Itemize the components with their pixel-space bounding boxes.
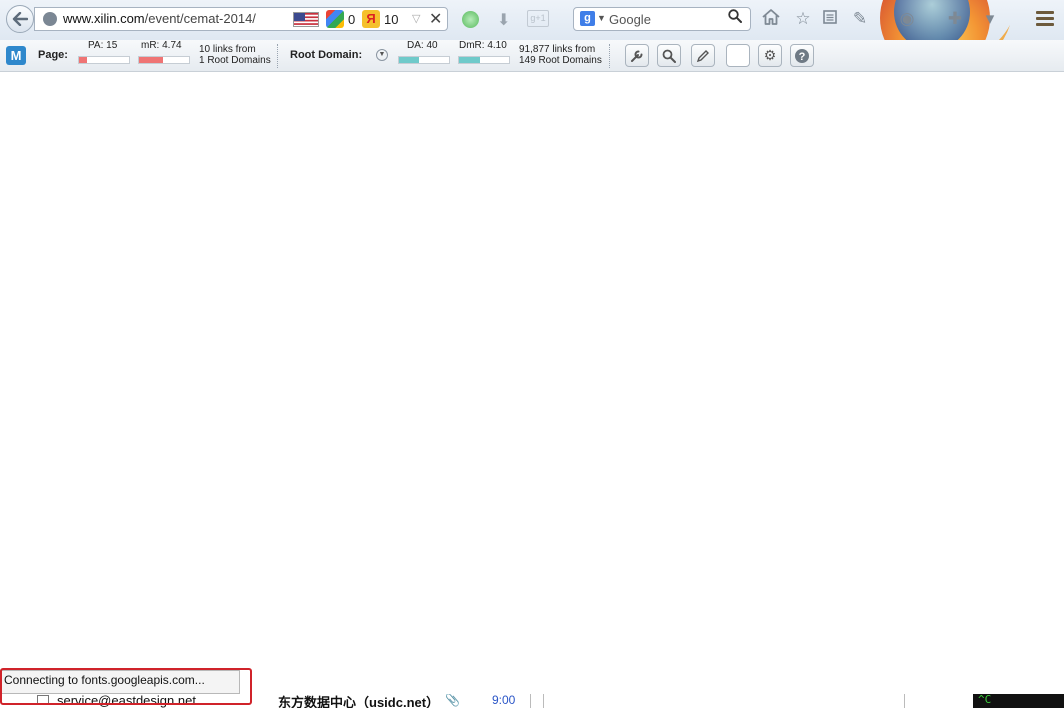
pa-label: PA: 15	[88, 40, 118, 51]
bookmarks-menu-icon[interactable]	[820, 9, 840, 29]
page-links-line1: 10 links from	[199, 44, 256, 55]
page-label: Page:	[38, 49, 68, 61]
help-button[interactable]: ?	[790, 44, 814, 67]
hamburger-menu-icon[interactable]	[1034, 8, 1056, 30]
yandex-tic-value: 10	[384, 12, 399, 27]
da-bar	[398, 56, 450, 64]
paperclip-icon: 📎	[445, 694, 460, 707]
mozbar-separator	[277, 44, 278, 68]
google-plus-one-icon[interactable]: g+1	[527, 10, 549, 27]
download-icon[interactable]: ⬇	[497, 10, 511, 29]
root-domain-dropdown-icon[interactable]: ▼	[376, 49, 388, 61]
mr-label: mR: 4.74	[141, 40, 182, 51]
blank-toggle-button[interactable]	[726, 44, 750, 67]
background-time: 9:00	[492, 694, 516, 707]
url-text[interactable]: www.xilin.com/event/cemat-2014/	[63, 11, 256, 26]
extension-dropdown-icon[interactable]: ▾	[980, 9, 1000, 29]
search-engine-dropdown-icon[interactable]: ▼	[597, 13, 606, 23]
green-extension-icon[interactable]	[462, 11, 479, 28]
url-path: /event/cemat-2014/	[144, 11, 256, 26]
mr-bar-fill	[139, 57, 163, 63]
url-history-dropdown-icon[interactable]: ▽	[412, 12, 420, 25]
wrench-icon	[631, 50, 643, 62]
screenshot-camera-icon[interactable]: ◉	[897, 9, 917, 29]
da-label: DA: 40	[407, 40, 438, 51]
pa-bar-fill	[79, 57, 87, 63]
back-button[interactable]	[6, 5, 34, 33]
mozbar-separator	[609, 44, 610, 68]
stop-icon[interactable]: ✕	[429, 9, 442, 29]
url-bar[interactable]: www.xilin.com/event/cemat-2014/ 0 Я 10 ▽…	[34, 7, 448, 31]
divider	[530, 694, 531, 708]
terminal-text: ^C	[978, 694, 992, 706]
google-pagerank-icon[interactable]	[326, 10, 344, 28]
svg-text:?: ?	[799, 51, 806, 63]
mozbar-toolbar: M Page: PA: 15 mR: 4.74 10 links from 1 …	[0, 40, 1064, 72]
terminal-window: ^C	[973, 694, 1064, 708]
wrench-tools-button[interactable]	[625, 44, 649, 67]
home-icon[interactable]	[761, 9, 781, 29]
page-links-line2: 1 Root Domains	[199, 55, 271, 66]
us-flag-icon[interactable]	[293, 12, 319, 27]
magnifier-icon	[662, 49, 676, 63]
mr-bar	[138, 56, 190, 64]
dmr-bar-fill	[459, 57, 480, 63]
divider	[904, 694, 905, 708]
da-bar-fill	[399, 57, 419, 63]
settings-button[interactable]: ⚙	[758, 44, 782, 67]
url-host: www.xilin.com	[63, 11, 145, 26]
bookmark-star-icon[interactable]: ☆	[793, 9, 813, 29]
domain-links-line1: 91,877 links from	[519, 44, 596, 55]
moz-logo-icon[interactable]: M	[6, 46, 26, 65]
dmr-bar	[458, 56, 510, 64]
highlight-pencil-button[interactable]	[691, 44, 715, 67]
back-arrow-icon	[12, 12, 28, 26]
google-pagerank-value: 0	[348, 12, 356, 27]
background-company: 东方数据中心（usidc.net）	[278, 695, 440, 708]
gear-icon: ⚙	[763, 47, 777, 63]
search-magnifier-icon[interactable]	[728, 9, 742, 26]
globe-icon	[43, 12, 57, 26]
domain-links-line2: 149 Root Domains	[519, 55, 602, 66]
google-search-engine-icon[interactable]: g	[580, 11, 595, 26]
search-bar[interactable]: g ▼	[573, 7, 751, 31]
search-input[interactable]	[609, 10, 724, 28]
root-domain-label: Root Domain:	[290, 49, 363, 61]
divider	[543, 694, 544, 708]
help-icon: ?	[795, 49, 809, 63]
red-highlight-box	[0, 668, 252, 705]
pencil-icon	[696, 50, 709, 63]
pa-bar	[78, 56, 130, 64]
yandex-tic-icon[interactable]: Я	[362, 10, 380, 28]
page-content-area	[0, 72, 1064, 694]
addon-puzzle-icon[interactable]: ✚	[945, 9, 965, 29]
search-analyze-button[interactable]	[657, 44, 681, 67]
dmr-label: DmR: 4.10	[459, 40, 507, 51]
